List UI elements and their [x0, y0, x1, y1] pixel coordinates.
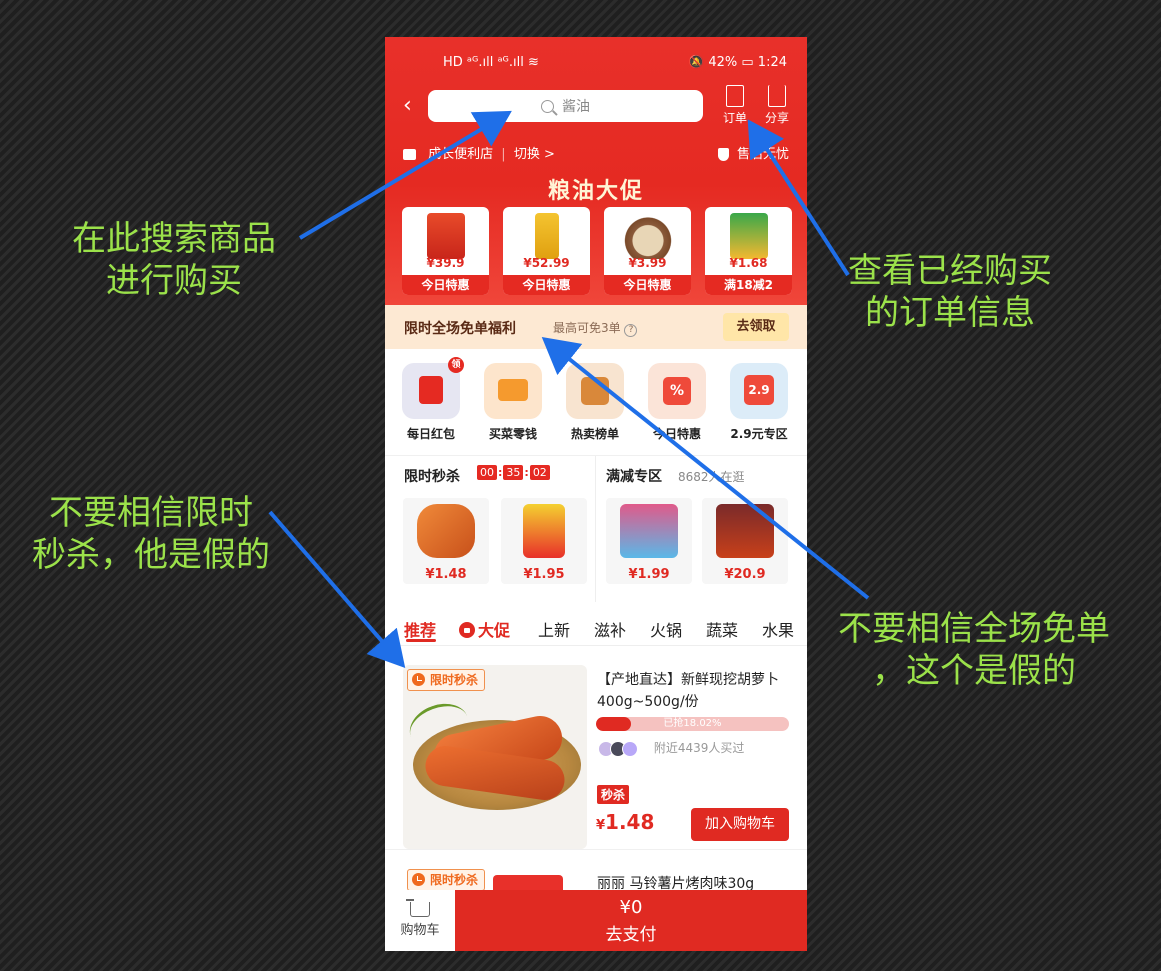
arrow-to-free-banner — [541, 337, 870, 600]
arrow-to-orders — [747, 119, 850, 277]
annotation-arrows — [268, 110, 870, 669]
arrow-to-search — [298, 110, 512, 240]
arrow-to-flash-sale — [268, 510, 406, 669]
